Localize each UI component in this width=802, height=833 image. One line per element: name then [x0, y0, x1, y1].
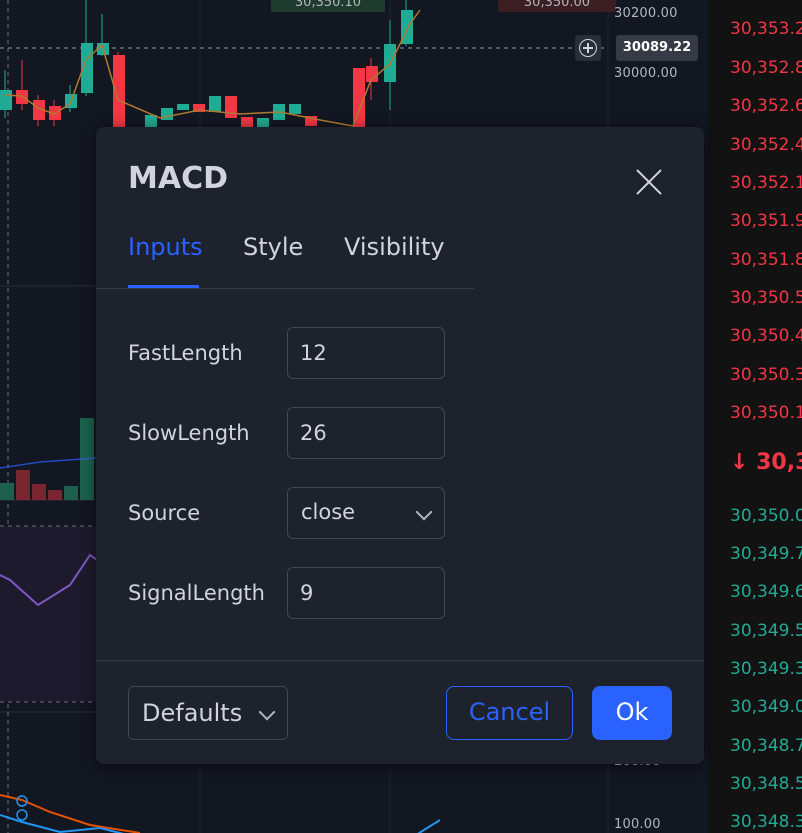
ask-price: 30,350.5 [730, 288, 802, 308]
ask-price: 30,352.1 [730, 173, 802, 193]
tabs-divider [96, 288, 474, 289]
cancel-button[interactable]: Cancel [446, 686, 573, 740]
defaults-label: Defaults [142, 699, 243, 727]
bid-price: 30,348.3 [730, 812, 802, 832]
fast-length-input[interactable] [287, 327, 445, 379]
current-price-tag: 30089.22 [616, 35, 698, 61]
ask-price: 30,350.3 [730, 365, 802, 385]
bid-price: 30,350.0 [730, 506, 802, 526]
source-label: Source [128, 501, 201, 525]
chevron-down-icon [415, 503, 433, 521]
tab-style[interactable]: Style [243, 233, 303, 261]
add-alert-button[interactable] [575, 35, 601, 61]
bid-price: 30,348.5 [730, 774, 802, 794]
defaults-dropdown[interactable]: Defaults [128, 686, 288, 740]
source-select-value: close [301, 500, 356, 524]
ask-price: 30,352.8 [730, 58, 802, 78]
bid-price: 30,349.6 [730, 582, 802, 602]
bid-price: 30,349.7 [730, 544, 802, 564]
ask-price: 30,351.9 [730, 211, 802, 231]
slow-length-input[interactable] [287, 407, 445, 459]
dialog-title: MACD [128, 161, 228, 196]
bid-price: 30,349.3 [730, 659, 802, 679]
ask-price: 30,352.6 [730, 96, 802, 116]
crosshair-price-label-right: 30,350.00 [498, 0, 616, 12]
bid-price: 30,348.7 [730, 736, 802, 756]
close-icon[interactable] [632, 165, 666, 199]
last-trade-price: ↓ 30,3 [730, 450, 802, 475]
signal-length-input[interactable] [287, 567, 445, 619]
price-axis-label: 30000.00 [614, 66, 678, 81]
crosshair-price-label-left: 30,350.10 [271, 0, 385, 12]
bid-price: 30,349.0 [730, 697, 802, 717]
plus-circle-icon [579, 39, 597, 57]
order-book: 30,353.2 30,352.8 30,352.6 30,352.4 30,3… [708, 0, 802, 833]
ask-price: 30,351.8 [730, 250, 802, 270]
bid-price: 30,349.5 [730, 621, 802, 641]
tab-inputs[interactable]: Inputs [128, 233, 203, 261]
fast-length-label: FastLength [128, 341, 243, 365]
chevron-down-icon [258, 703, 276, 721]
price-axis-label: 30200.00 [614, 6, 678, 21]
ask-price: 30,350.1 [730, 403, 802, 423]
signal-length-label: SignalLength [128, 581, 265, 605]
ask-price: 30,350.4 [730, 326, 802, 346]
price-axis-label: 100.00 [614, 817, 661, 832]
tab-visibility[interactable]: Visibility [344, 233, 445, 261]
ask-price: 30,352.4 [730, 135, 802, 155]
ask-price: 30,353.2 [730, 19, 802, 39]
macd-settings-dialog: MACD Inputs Style Visibility FastLength … [96, 127, 704, 764]
footer-divider [96, 660, 704, 661]
ok-button[interactable]: Ok [592, 686, 672, 740]
source-select[interactable]: close [287, 487, 445, 539]
slow-length-label: SlowLength [128, 421, 250, 445]
